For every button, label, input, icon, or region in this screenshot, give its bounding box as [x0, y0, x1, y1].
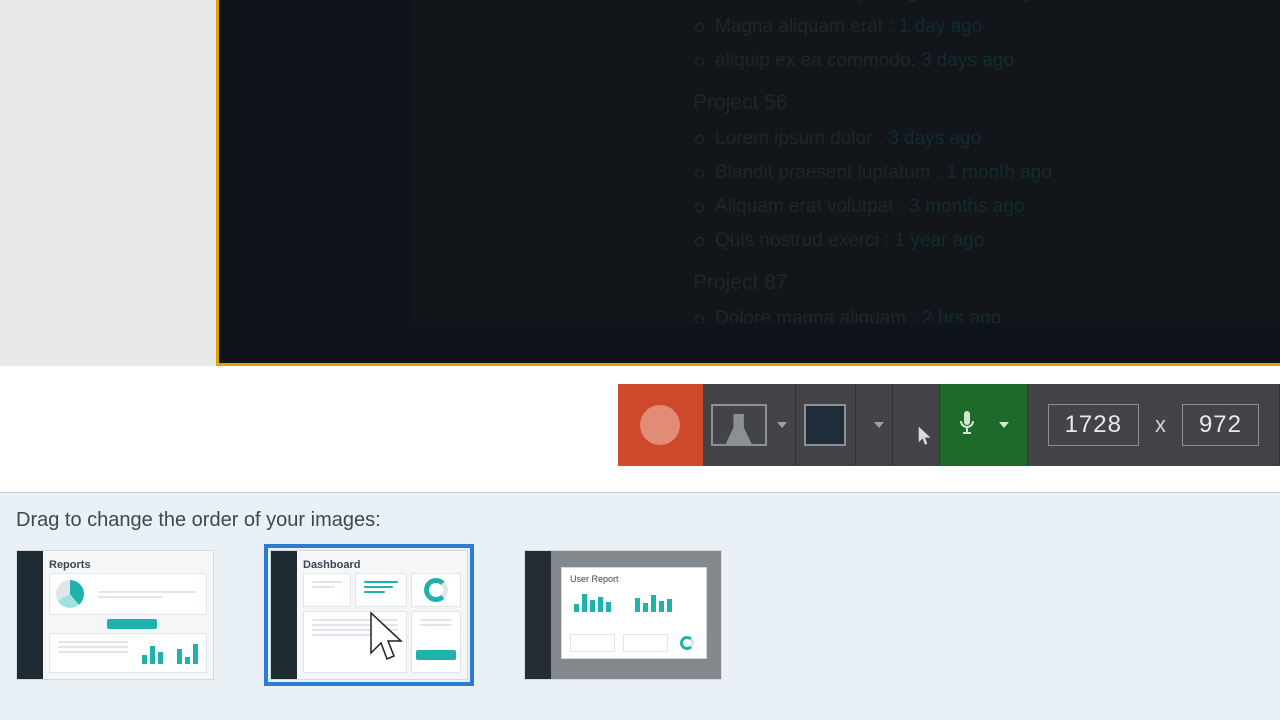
- chevron-down-icon: [874, 422, 884, 428]
- thumbnail-row: Reports Dashboard: [16, 550, 1264, 680]
- microphone-toggle[interactable]: [940, 384, 1028, 466]
- feed-item-ago: 1 year ago: [895, 230, 985, 251]
- feed-item-text: Aliquam erat volutpat :: [715, 196, 904, 217]
- capture-region: Consectetuer adipiscing elit : 4 hrs ago…: [0, 0, 1280, 366]
- feed-item-ago: 1 day ago: [899, 16, 982, 37]
- feed-item-text: aliquip ex ea commodo:: [715, 50, 916, 71]
- captured-activity-feed: Consectetuer adipiscing elit : 4 hrs ago…: [693, 0, 1280, 323]
- chevron-down-icon: [777, 422, 787, 428]
- thumbnail-item[interactable]: User Report: [524, 550, 722, 680]
- thumbnail-strip: Drag to change the order of your images:…: [0, 492, 1280, 720]
- thumbnail-item[interactable]: Reports: [16, 550, 214, 680]
- recording-toolbar: 1728 x 972: [618, 384, 1280, 466]
- microphone-icon: [957, 409, 977, 442]
- capture-area-button[interactable]: [796, 384, 856, 466]
- dimensions-display: 1728 x 972: [1028, 384, 1280, 466]
- feed-item-text: Lorem ipsum dolor :: [715, 128, 883, 149]
- project-heading: Project 56: [693, 86, 1280, 120]
- thumbnail-title: Reports: [49, 559, 91, 571]
- thumbnail-item[interactable]: Dashboard: [270, 550, 468, 680]
- feed-item-ago: 4 hrs ago: [963, 0, 1042, 3]
- capture-height-input[interactable]: 972: [1182, 404, 1259, 446]
- feed-item-text: Dolore magna aliquam :: [715, 308, 917, 323]
- webcam-icon: [711, 404, 767, 446]
- strip-instruction: Drag to change the order of your images:: [16, 509, 1264, 532]
- capture-frame: Consectetuer adipiscing elit : 4 hrs ago…: [216, 0, 1280, 366]
- capture-area-dropdown[interactable]: [856, 384, 893, 466]
- cursor-overlay-icon: [367, 609, 407, 668]
- feed-item-ago: 3 days ago: [888, 128, 981, 149]
- feed-item-ago: 1 month ago: [946, 162, 1052, 183]
- feed-item-text: Quis nostrud exerci :: [715, 230, 889, 251]
- record-icon: [640, 405, 680, 445]
- feed-item-text: Magna aliquam erat :: [715, 16, 894, 37]
- webcam-toggle[interactable]: [703, 384, 796, 466]
- feed-item-text: Blandit praesent luptatum :: [715, 162, 941, 183]
- record-button[interactable]: [618, 384, 703, 466]
- feed-item-ago: 3 days ago: [921, 50, 1014, 71]
- dimension-separator: x: [1155, 412, 1166, 438]
- capture-area-icon: [804, 404, 846, 446]
- capture-width-input[interactable]: 1728: [1048, 404, 1139, 446]
- feed-item-ago: 3 months ago: [909, 196, 1024, 217]
- feed-item-ago: 2 hrs ago: [922, 308, 1001, 323]
- cursor-toggle[interactable]: [893, 384, 940, 466]
- thumbnail-title: Dashboard: [303, 559, 360, 571]
- project-heading: Project 87: [693, 266, 1280, 300]
- feed-item-text: Consectetuer adipiscing elit :: [715, 0, 958, 3]
- thumbnail-title: User Report: [570, 574, 619, 584]
- chevron-down-icon: [999, 422, 1009, 428]
